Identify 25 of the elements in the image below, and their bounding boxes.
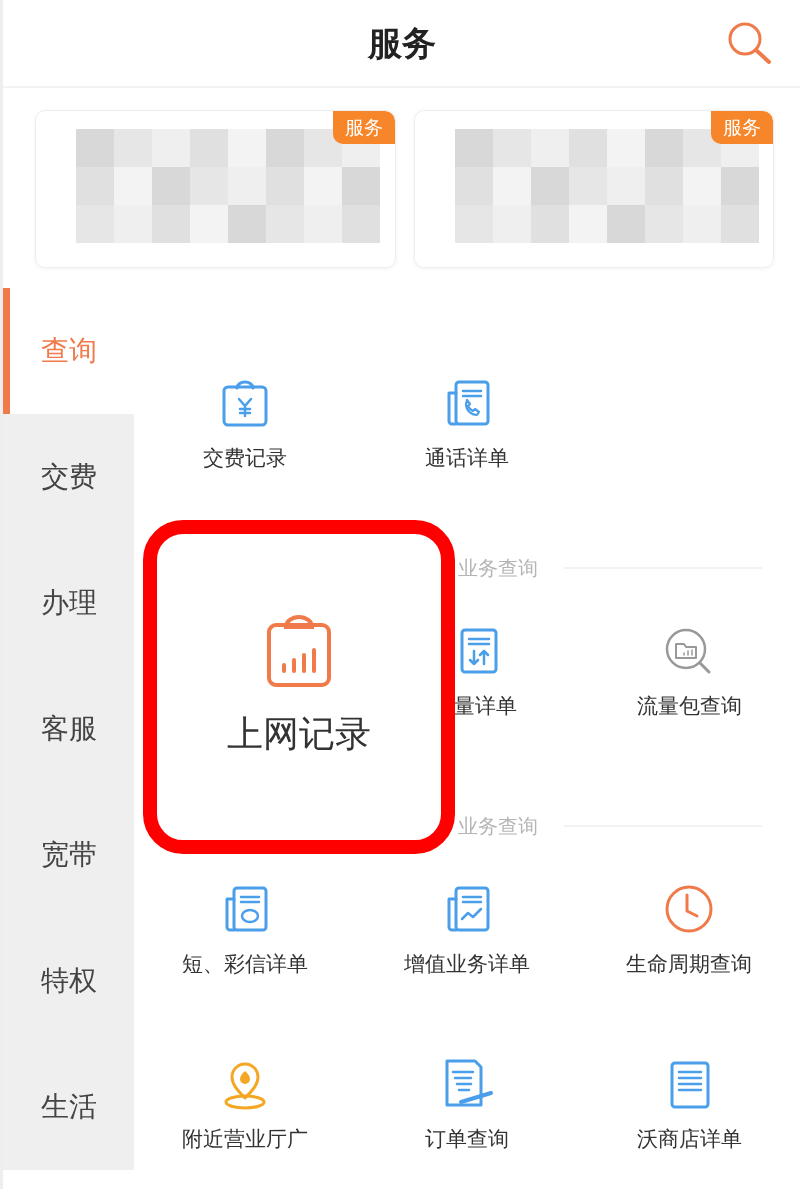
section-heading: 业务查询 [458, 555, 538, 582]
service-badge: 服务 [332, 111, 395, 144]
search-icon[interactable] [726, 20, 774, 66]
sidebar-tab[interactable]: 宽带 [3, 792, 134, 918]
service-badge: 服务 [711, 111, 773, 144]
section-heading: 业务查询 [458, 813, 538, 840]
sidebar-tab[interactable]: 客服 [3, 666, 134, 792]
service-item[interactable]: 订单查询 [356, 994, 578, 1169]
service-item[interactable]: 生命周期查询 [578, 856, 800, 994]
service-item[interactable]: 增值业务详单 [356, 856, 578, 994]
highlight-label: 上网记录 [227, 712, 371, 756]
clipboard-chart-icon [264, 613, 334, 689]
page-title: 服务 [367, 21, 436, 65]
sidebar-tab[interactable]: 生活 [3, 1044, 134, 1170]
service-item[interactable]: 流量包查询 [578, 598, 800, 736]
sidebar-tab[interactable]: 办理 [3, 540, 134, 666]
service-item[interactable]: 附近营业厅广 [134, 994, 356, 1169]
service-item[interactable]: 量详单 [454, 598, 578, 736]
sidebar-tab[interactable]: 交费 [3, 414, 134, 540]
service-item[interactable]: 沃商店详单 [578, 994, 800, 1169]
sidebar-tab[interactable]: 特权 [3, 918, 134, 1044]
service-item[interactable]: 短、彩信详单 [134, 856, 356, 994]
clipboard-icon [220, 378, 270, 429]
service-item[interactable]: 通话详单 [356, 288, 578, 488]
service-item[interactable]: 交费记录 [134, 288, 356, 488]
